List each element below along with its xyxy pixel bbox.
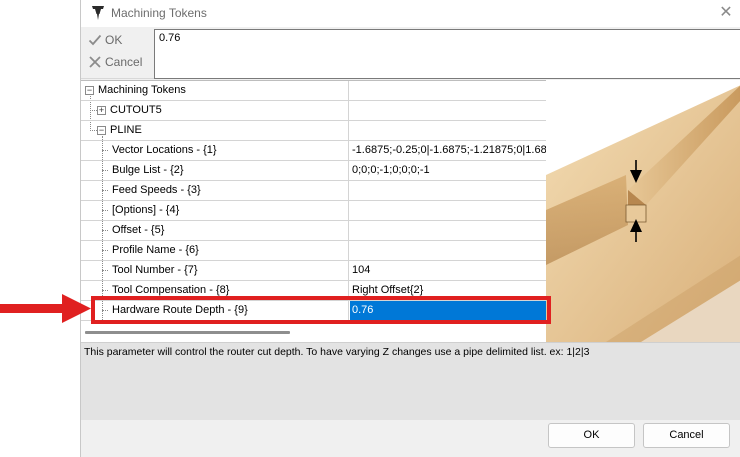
property-row[interactable]: Tool Number - {7} 104	[81, 261, 546, 281]
annotation-highlight-box	[91, 296, 551, 324]
window-title: Machining Tokens	[111, 6, 207, 20]
property-row[interactable]: [Options] - {4}	[81, 201, 546, 221]
property-value[interactable]: -1.6875;-0.25;0|-1.6875;-1.21875;0|1.68	[350, 141, 546, 160]
close-button[interactable]: ✕	[715, 2, 737, 24]
annotation-arrow-icon	[0, 294, 91, 323]
property-name-cell: Offset - {5}	[81, 221, 349, 240]
tree-line	[102, 150, 108, 151]
property-value[interactable]	[350, 181, 546, 200]
property-name-cell: [Options] - {4}	[81, 201, 349, 220]
expand-icon[interactable]: +	[97, 106, 106, 115]
tree-pline-value	[350, 121, 546, 140]
horizontal-scrollbar[interactable]	[85, 331, 290, 334]
tree-cutout-label: CUTOUT5	[110, 104, 162, 116]
property-label: Bulge List - {2}	[112, 164, 184, 176]
tree-row-root[interactable]: − Machining Tokens	[81, 81, 546, 101]
router-bit-icon	[92, 6, 104, 20]
tree-line	[102, 190, 108, 191]
tree-line	[102, 250, 108, 251]
property-row[interactable]: Offset - {5}	[81, 221, 546, 241]
help-text: This parameter will control the router c…	[84, 346, 590, 358]
property-label: Profile Name - {6}	[112, 244, 199, 256]
property-name-cell: Tool Number - {7}	[81, 261, 349, 280]
help-panel: This parameter will control the router c…	[81, 342, 740, 420]
wood-route-illustration	[546, 80, 740, 342]
tree-line	[102, 210, 108, 211]
tree-root-label: Machining Tokens	[98, 84, 186, 96]
collapse-icon[interactable]: −	[97, 126, 106, 135]
property-label: Feed Speeds - {3}	[112, 184, 201, 196]
tree-cutout-cell: + CUTOUT5	[81, 101, 349, 120]
property-name-cell: Feed Speeds - {3}	[81, 181, 349, 200]
tree-pline-cell: − PLINE	[81, 121, 349, 140]
check-icon	[88, 34, 102, 46]
title-bar: Machining Tokens ✕	[81, 0, 740, 27]
property-label: Tool Compensation - {8}	[112, 284, 230, 296]
property-label: [Options] - {4}	[112, 204, 180, 216]
tree-root-value	[350, 81, 546, 100]
property-row[interactable]: Vector Locations - {1} -1.6875;-0.25;0|-…	[81, 141, 546, 161]
property-label: Tool Number - {7}	[112, 264, 198, 276]
property-name-cell: Bulge List - {2}	[81, 161, 349, 180]
tree-line	[102, 170, 108, 171]
tree-line	[102, 270, 108, 271]
tree-pline-label: PLINE	[110, 124, 142, 136]
property-value[interactable]: 0;0;0;-1;0;0;0;-1	[350, 161, 546, 180]
tree-row-pline[interactable]: − PLINE	[81, 121, 546, 141]
property-value[interactable]	[350, 241, 546, 260]
toolbar-ok-label: OK	[105, 33, 123, 47]
toolbar-cancel-label: Cancel	[105, 55, 143, 69]
property-value[interactable]	[350, 221, 546, 240]
tree-root-cell: − Machining Tokens	[81, 81, 349, 100]
tree-line	[90, 130, 97, 131]
tree-cutout-value	[350, 101, 546, 120]
tree-line	[90, 110, 97, 111]
x-icon	[89, 56, 101, 68]
property-row[interactable]: Profile Name - {6}	[81, 241, 546, 261]
toolbar-cancel-button[interactable]: Cancel	[88, 52, 142, 72]
tree-line	[102, 230, 108, 231]
property-row[interactable]: Feed Speeds - {3}	[81, 181, 546, 201]
property-value[interactable]	[350, 201, 546, 220]
ok-button[interactable]: OK	[548, 423, 635, 448]
machining-tokens-dialog: Machining Tokens ✕ OK Cancel 0.76 − Mach…	[80, 0, 740, 457]
toolbar: OK Cancel 0.76	[81, 27, 740, 79]
cancel-button[interactable]: Cancel	[643, 423, 730, 448]
toolbar-ok-button[interactable]: OK	[88, 30, 122, 50]
property-name-cell: Profile Name - {6}	[81, 241, 349, 260]
collapse-icon[interactable]: −	[85, 86, 94, 95]
tree-line	[102, 290, 108, 291]
property-value[interactable]: 104	[350, 261, 546, 280]
property-name-cell: Vector Locations - {1}	[81, 141, 349, 160]
preview-image	[546, 80, 740, 342]
property-label: Vector Locations - {1}	[112, 144, 217, 156]
tree-row-cutout[interactable]: + CUTOUT5	[81, 101, 546, 121]
value-editor[interactable]: 0.76	[154, 29, 740, 79]
property-label: Offset - {5}	[112, 224, 165, 236]
property-row[interactable]: Bulge List - {2} 0;0;0;-1;0;0;0;-1	[81, 161, 546, 181]
